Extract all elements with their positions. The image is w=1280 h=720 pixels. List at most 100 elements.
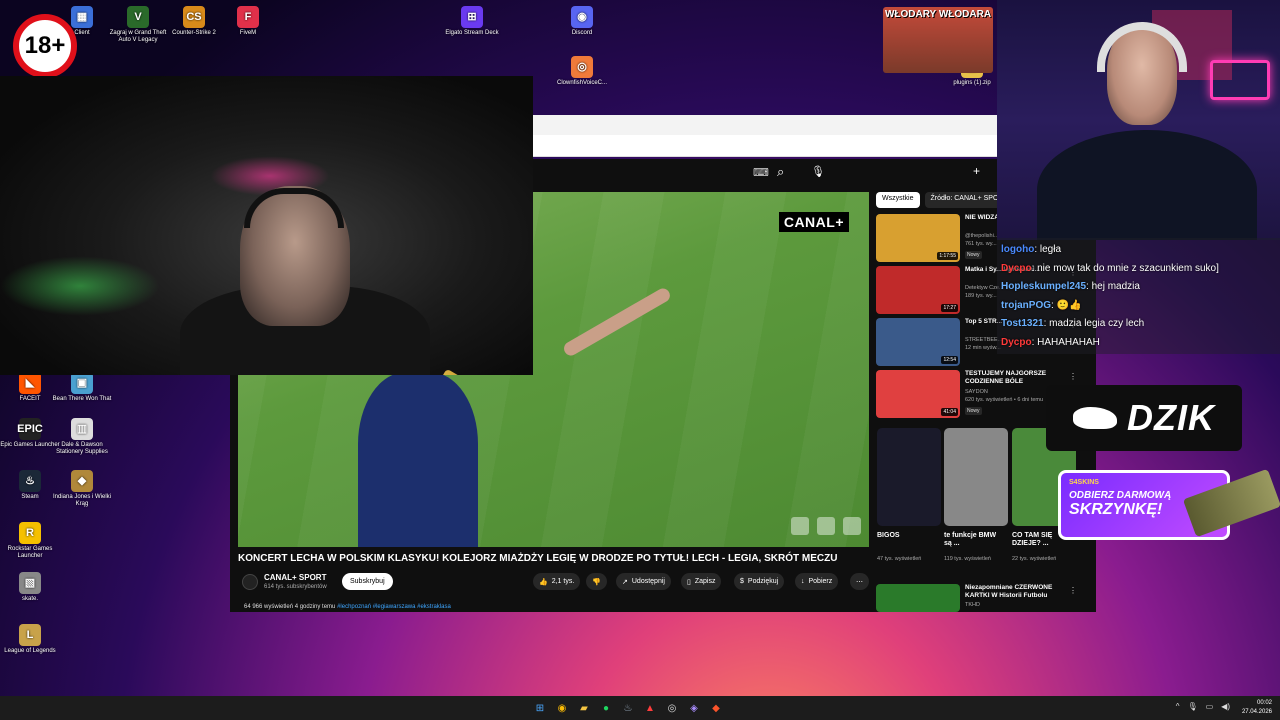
mic-icon[interactable]: 🎙 xyxy=(1187,702,1197,711)
chat-username[interactable]: Hopleskumpel245 xyxy=(1001,281,1086,292)
desktop-icon[interactable]: V Zagraj w Grand Theft Auto V Legacy xyxy=(108,6,168,44)
video-duration: 17:27 xyxy=(941,304,958,312)
chrome-icon[interactable]: ◉ xyxy=(554,700,570,716)
hashtags[interactable]: #lechpoznań #legiawarszawa #ekstraklasa xyxy=(337,604,451,610)
mic-icon[interactable]: 🎙 xyxy=(811,165,825,178)
recommendation-channel: TKHD xyxy=(965,602,980,608)
share-button[interactable]: ↗ Udostępnij xyxy=(616,573,671,590)
taskbar-apps: ⊞ ◉ ▰ ● ♨ ▲ ◎ ◈ ◆ xyxy=(532,700,724,716)
browser-address-bar[interactable] xyxy=(533,135,997,157)
desktop-icon[interactable]: ◆ Indiana Jones i Wielki Krąg xyxy=(52,470,112,508)
more-vert-icon[interactable]: ⋮ xyxy=(1069,372,1077,381)
clock[interactable]: 00:02 27.04.2026 xyxy=(1242,699,1272,717)
desktop-icon[interactable]: CS Counter-Strike 2 xyxy=(164,6,224,37)
short-title[interactable]: BIGOS xyxy=(877,532,937,540)
recommendation-title[interactable]: TESTUJEMY NAJGORSZE CODZIENNE BÓLE xyxy=(965,370,1065,386)
chip-all[interactable]: Wszystkie xyxy=(876,192,920,208)
chat-message: Hopleskumpel245: hej madzia xyxy=(1001,278,1276,297)
thumb-down-icon: 👎 xyxy=(592,578,601,586)
obs-icon[interactable]: ◎ xyxy=(664,700,680,716)
webcam-right xyxy=(997,0,1280,240)
recommendation-title[interactable]: Niezapomniane CZERWONE KARTKI W Historii… xyxy=(965,584,1065,600)
spotify-icon[interactable]: ● xyxy=(598,700,614,716)
desktop-icon[interactable]: F FiveM xyxy=(218,6,278,37)
subscriber-count: 614 tys. subskrybentów xyxy=(264,584,327,590)
tray-chevron-icon[interactable]: ^ xyxy=(1176,702,1180,711)
chat-username[interactable]: Dycpo xyxy=(1001,263,1032,274)
recommendation-thumbnail[interactable]: 12:54 xyxy=(876,318,960,366)
volume-icon[interactable]: ◀) xyxy=(1221,702,1230,711)
sponsor-icon[interactable] xyxy=(843,517,861,535)
brave-icon[interactable]: ◆ xyxy=(708,700,724,716)
download-button[interactable]: ↓ Pobierz xyxy=(795,573,839,590)
like-button[interactable]: 👍 2,1 tys. xyxy=(533,573,581,590)
skins-brand: S4SKINS xyxy=(1069,479,1099,486)
desktop-icon-label: plugins (1).zip xyxy=(953,80,991,86)
short-thumbnail[interactable] xyxy=(944,428,1008,526)
desktop-icon[interactable]: EPIC Epic Games Launcher xyxy=(0,418,60,449)
like-count: 2,1 tys. xyxy=(551,578,575,585)
recommendation-thumbnail[interactable]: 17:27 xyxy=(876,266,960,314)
chat-username[interactable]: trojanPOG xyxy=(1001,300,1051,311)
cam-hoodie xyxy=(1037,130,1257,240)
subscribe-button[interactable]: Subskrybuj xyxy=(342,573,393,590)
ambient-icon[interactable] xyxy=(791,517,809,535)
dislike-button[interactable]: 👎 xyxy=(586,573,607,590)
desktop-icon[interactable]: ▥ Dale & Dawson Stationery Supplies xyxy=(52,418,112,456)
keyboard-icon[interactable]: ⌨ xyxy=(753,166,769,179)
desktop-icon[interactable]: ▧ skate. xyxy=(0,572,60,603)
desktop-icon-label: League of Legends xyxy=(4,648,56,654)
stream-chat: logoho: legła Dycpo: nie mow tak do mnie … xyxy=(997,238,1280,354)
create-icon[interactable]: + xyxy=(973,164,980,178)
folder-icon[interactable]: ▰ xyxy=(576,700,592,716)
desktop-icon[interactable]: ◣ FACEIT xyxy=(0,372,60,403)
desktop-icon[interactable]: R Rockstar Games Launcher xyxy=(0,522,60,560)
desktop-icon[interactable]: L League of Legends xyxy=(0,624,60,655)
video-description[interactable]: 64 966 wyświetleń 4 godziny temu #lechpo… xyxy=(244,604,451,610)
thanks-button[interactable]: $ Podziękuj xyxy=(734,573,785,590)
more-actions-button[interactable]: ⋯ xyxy=(850,573,869,590)
desktop-icon[interactable]: ♨ Steam xyxy=(0,470,60,501)
discord-icon[interactable]: ◈ xyxy=(686,700,702,716)
desktop-icon[interactable]: ◉ Discord xyxy=(552,6,612,37)
settings-icon[interactable] xyxy=(817,517,835,535)
recommendation-last[interactable]: Niezapomniane CZERWONE KARTKI W Historii… xyxy=(876,584,1091,634)
chat-text: : HAHAHAHAH xyxy=(1031,336,1100,348)
recommendation-meta: 761 tys. wy... xyxy=(965,241,997,247)
chat-text: : nie mow tak do mnie z szacunkiem suko] xyxy=(1031,262,1219,274)
app-icon: ◉ xyxy=(571,6,593,28)
clock-date: 27.04.2026 xyxy=(1241,709,1272,715)
desktop-icon[interactable]: ⊞ Elgato Stream Deck xyxy=(442,6,502,37)
channel-name[interactable]: CANAL+ SPORT xyxy=(264,573,326,582)
desktop-icon-label: Epic Games Launcher xyxy=(0,442,60,448)
app-icon: R xyxy=(19,522,41,544)
save-button[interactable]: ▯ Zapisz xyxy=(681,573,722,590)
steam-icon[interactable]: ♨ xyxy=(620,700,636,716)
app-icon: ◎ xyxy=(571,56,593,78)
recommendation-thumbnail[interactable]: 41:04 xyxy=(876,370,960,418)
channel-avatar[interactable] xyxy=(242,574,258,590)
boar-icon xyxy=(1073,407,1117,429)
app-icon: ⊞ xyxy=(461,6,483,28)
desktop-icon[interactable]: ▦ Client xyxy=(52,6,112,37)
search-icon[interactable]: ⌕ xyxy=(777,164,784,180)
chat-message: trojanPOG: 🙂👍 xyxy=(1001,297,1276,316)
network-icon[interactable]: ▭ xyxy=(1206,702,1214,711)
app-icon[interactable]: ▲ xyxy=(642,700,658,716)
recommendation-thumbnail[interactable] xyxy=(876,584,960,612)
desktop-icon[interactable]: ▣ Bean There Won That xyxy=(52,372,112,403)
short-title[interactable]: te funkcje BMW są ... xyxy=(944,532,1004,548)
recommendation-thumbnail[interactable]: 1:17:55 xyxy=(876,214,960,262)
desktop-icon[interactable]: ◎ ClownfishVoiceC... xyxy=(552,56,612,87)
start-icon[interactable]: ⊞ xyxy=(532,700,548,716)
app-icon: ▧ xyxy=(19,572,41,594)
chat-username[interactable]: Tost1321 xyxy=(1001,318,1044,329)
short-thumbnail[interactable] xyxy=(877,428,941,526)
video-duration: 41:04 xyxy=(941,408,958,416)
more-vert-icon[interactable]: ⋮ xyxy=(1069,586,1077,595)
chat-message: Tost1321: madzia legia czy lech xyxy=(1001,315,1276,334)
recommendation-channel: SAYDON xyxy=(965,389,988,395)
chip-source[interactable]: Źródło: CANAL+ SPO xyxy=(924,192,1005,208)
chat-username[interactable]: logoho xyxy=(1001,244,1034,255)
chat-username[interactable]: Dycpo xyxy=(1001,337,1032,348)
